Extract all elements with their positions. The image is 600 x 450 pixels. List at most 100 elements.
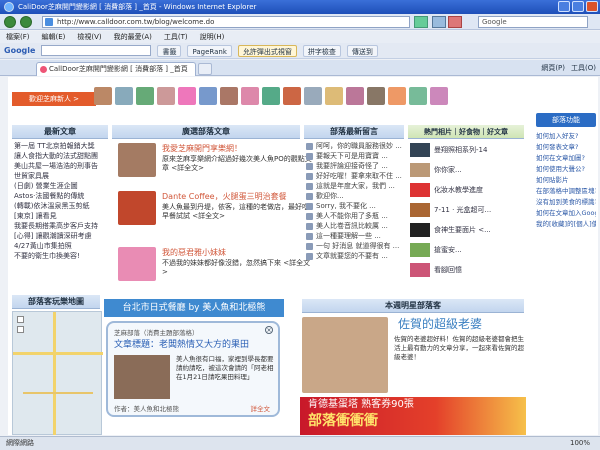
photo-caption[interactable]: 你你家... (434, 165, 524, 175)
avatar[interactable] (262, 87, 280, 105)
photo-thumbnail[interactable] (410, 203, 430, 217)
photo-caption[interactable]: 搶蜜安... (434, 245, 524, 255)
list-item[interactable]: (日劇) 營業生涯企圖 (14, 181, 108, 191)
popup-headline[interactable]: 文章標題：老闆熱情又大方的果田 (114, 337, 249, 350)
close-button[interactable] (586, 1, 598, 12)
photo-caption[interactable]: 曼翔照相系列-14 (434, 145, 524, 155)
popup-allow-button[interactable]: 允許彈出式視窗 (237, 44, 297, 57)
go-button[interactable] (414, 16, 428, 28)
page-menu[interactable]: 網頁(P) (541, 62, 565, 74)
menu-view[interactable]: 檢視(V) (77, 31, 101, 43)
list-item[interactable]: 好好吃喔！要拿來取不住 ... (306, 171, 404, 181)
list-item[interactable]: 一句 好消息 就道得很有 ... (306, 241, 404, 251)
list-item[interactable]: (轉載)依沐溫泉黑玉剪紙 (14, 201, 108, 211)
article-card[interactable]: Dante Coffee，火腿蛋三明治套餐 美人魚最到丹堤，依客，這種的老做店，… (118, 191, 309, 241)
article-thumbnail[interactable] (118, 143, 156, 177)
popup-image[interactable] (114, 355, 170, 399)
minimize-button[interactable] (558, 1, 570, 12)
avatar[interactable] (325, 87, 343, 105)
article-thumbnail[interactable] (118, 191, 156, 225)
avatar[interactable] (178, 87, 196, 105)
menu-favorites[interactable]: 我的最愛(A) (114, 31, 152, 43)
avatar[interactable] (430, 87, 448, 105)
photo-thumbnail[interactable] (410, 263, 430, 277)
sidebar-item[interactable]: 沒有加到美食的標識? (536, 197, 596, 208)
bookmarks-button[interactable]: 書籤 (157, 44, 182, 57)
star-blog-photo[interactable] (302, 317, 388, 393)
list-item[interactable]: 歡迎你... (306, 191, 404, 201)
list-item[interactable]: 這就是年度大家，我們 ... (306, 181, 404, 191)
article-title[interactable]: 我愛芝麻開門享樂網！ (162, 143, 242, 154)
blog-banner[interactable]: 台北市日式餐廳 by 美人魚和北極熊 (104, 299, 284, 317)
avatar[interactable] (388, 87, 406, 105)
map-zoom-out-button[interactable] (17, 326, 24, 333)
list-item[interactable]: Sorry, 我不要化 ... (306, 201, 404, 211)
photo-caption[interactable]: 看腳回憶 (434, 265, 524, 275)
list-item[interactable]: 美人比卷音訊比較厲 ... (306, 221, 404, 231)
send-to-button[interactable]: 傳送到 (346, 44, 378, 57)
menu-file[interactable]: 檔案(F) (6, 31, 30, 43)
maximize-button[interactable] (572, 1, 584, 12)
avatar[interactable] (94, 87, 112, 105)
list-item[interactable]: 美人不能你用了多瓶 ... (306, 211, 404, 221)
article-title[interactable]: 我的惡君雅小妹妹 (162, 247, 226, 258)
list-item[interactable]: Astos·法國餐點的傳統 (14, 191, 108, 201)
zoom-level[interactable]: 100% (570, 437, 590, 450)
avatar[interactable] (283, 87, 301, 105)
photo-caption[interactable]: 化妝水教學進度 (434, 185, 524, 195)
avatar[interactable] (409, 87, 427, 105)
avatar[interactable] (136, 87, 154, 105)
blogger-map[interactable] (12, 311, 103, 435)
list-item[interactable]: 要報天下可是用寶寶 ... (306, 151, 404, 161)
ad-banner[interactable]: 肯德基蛋塔 熟客券90張 部落衝衝衝 (300, 397, 526, 435)
sidebar-item[interactable]: 如何加入好友? (536, 131, 596, 142)
stop-button[interactable] (448, 16, 462, 28)
tools-menu[interactable]: 工具(O) (571, 62, 596, 74)
search-input[interactable]: Google (478, 16, 588, 28)
photo-thumbnail[interactable] (410, 163, 430, 177)
photo-thumbnail[interactable] (410, 223, 430, 237)
list-item[interactable]: [心得] 讓觀潮讀深研考慮 (14, 231, 108, 241)
article-thumbnail[interactable] (118, 247, 156, 281)
welcome-button[interactable]: 歡迎芝麻新人 > (12, 92, 96, 106)
popup-more-link[interactable]: 詳全文 (251, 403, 271, 413)
avatar[interactable] (220, 87, 238, 105)
avatar[interactable] (115, 87, 133, 105)
sidebar-item[interactable]: 如何發表文章? (536, 142, 596, 153)
new-tab-button[interactable] (198, 63, 212, 75)
sidebar-item[interactable]: 如何使用大聲公? (536, 164, 596, 175)
list-item[interactable]: 文章就要您的不要有 ... (306, 251, 404, 261)
google-search-input[interactable] (41, 45, 152, 56)
list-item[interactable]: 不要的衛生巾換美容! (14, 251, 108, 261)
avatar[interactable] (157, 87, 175, 105)
pagerank-button[interactable]: PageRank (187, 44, 232, 57)
back-button[interactable] (4, 16, 16, 28)
star-blog-name[interactable]: 佐賀的超級老婆 (398, 315, 482, 332)
refresh-button[interactable] (432, 16, 446, 28)
list-item[interactable]: 我要長期搭乘高步客戶支持 (14, 221, 108, 231)
url-input[interactable]: http://www.calldoor.com.tw/blog/welcome.… (42, 16, 410, 28)
sidebar-item[interactable]: 如何貼影片 (536, 175, 596, 186)
avatar[interactable] (199, 87, 217, 105)
list-item[interactable]: 這一種要理解一些 ... (306, 231, 404, 241)
menu-tools[interactable]: 工具(T) (164, 31, 188, 43)
photo-thumbnail[interactable] (410, 183, 430, 197)
list-item[interactable]: [東京] 讓看見 (14, 211, 108, 221)
list-item[interactable]: 讓人食指大動的法式甜點團 (14, 151, 108, 161)
article-card[interactable]: 我愛芝麻開門享樂網！ 原來芝麻享樂網介紹過好幾次美人魚PO的觀點文章 <詳全文> (118, 143, 312, 187)
avatar[interactable] (367, 87, 385, 105)
sidebar-item[interactable]: 在部落格中調整區塊? (536, 186, 596, 197)
photo-thumbnail[interactable] (410, 143, 430, 157)
list-item[interactable]: 第一屆 TT北京拍報銷大獎 (14, 141, 108, 151)
sidebar-item[interactable]: 如何在文章加圖? (536, 153, 596, 164)
list-item[interactable]: 我要評論迎接奇怪了 ... (306, 161, 404, 171)
article-card[interactable]: 我的惡君雅小妹妹 不過我的妹妹都好像沒錯，忽然搞下來 <詳全文> (118, 247, 310, 291)
tab-active[interactable]: CallDoor芝麻開門變影網 [ 消費部落 ] _首頁 (36, 62, 196, 76)
close-icon[interactable]: × (265, 326, 273, 334)
list-item[interactable]: 阿呵，你的職員服務很妙 ... (306, 141, 404, 151)
forward-button[interactable] (20, 16, 32, 28)
list-item[interactable]: 美山共屋一場浩浩的刑事告 (14, 161, 108, 171)
menu-edit[interactable]: 編輯(E) (42, 31, 66, 43)
photo-caption[interactable]: 食神生要面片 <... (434, 225, 524, 235)
avatar[interactable] (346, 87, 364, 105)
